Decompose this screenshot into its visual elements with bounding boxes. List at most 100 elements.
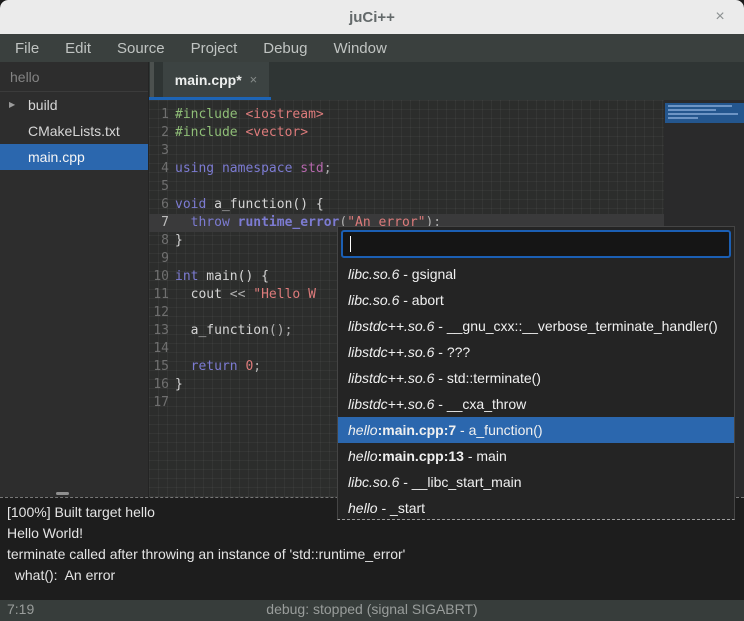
sidebar-item-build[interactable]: ▶build [0, 92, 148, 118]
code-segment: ; [253, 359, 261, 374]
output-line: Hello World! [7, 523, 737, 544]
stack-frame-item[interactable]: libstdc++.so.6 - __cxa_throw [338, 391, 734, 417]
line-number: 8 [149, 232, 169, 250]
line-number: 16 [149, 376, 169, 394]
close-icon[interactable]: × [710, 7, 730, 27]
editor-tooltip [665, 103, 744, 123]
code-segment [230, 215, 238, 230]
line-number: 3 [149, 142, 169, 160]
code-segment: void [175, 197, 206, 212]
line-number: 1 [149, 106, 169, 124]
frame-module: libc.so.6 [348, 474, 399, 490]
code-line: #include <vector> [175, 124, 441, 142]
tab-main-cpp[interactable]: main.cpp* × [163, 62, 269, 97]
sidebar-item-cmakelists-txt[interactable]: CMakeLists.txt [0, 118, 148, 144]
line-number-gutter: 1234567891011121314151617 [149, 106, 169, 412]
menu-item-source[interactable]: Source [104, 36, 178, 61]
code-segment: runtime_error [238, 215, 340, 230]
output-line: terminate called after throwing an insta… [7, 544, 737, 565]
frame-symbol: - a_function() [456, 422, 542, 438]
stack-frame-item[interactable]: hello:main.cpp:7 - a_function() [338, 417, 734, 443]
code-segment: a_function [175, 323, 269, 338]
line-number: 14 [149, 340, 169, 358]
code-segment: a_function() { [206, 197, 323, 212]
frame-symbol: - gsignal [399, 266, 456, 282]
code-segment: int [175, 269, 198, 284]
popup-search-input[interactable] [341, 230, 731, 258]
project-sidebar: hello ▶buildCMakeLists.txtmain.cpp [0, 62, 148, 497]
line-number: 13 [149, 322, 169, 340]
menu-item-window[interactable]: Window [320, 36, 399, 61]
frame-symbol: - ??? [434, 344, 470, 360]
tab-scroll-edge [150, 62, 154, 97]
stack-frame-item[interactable]: libstdc++.so.6 - ??? [338, 339, 734, 365]
frame-symbol: - __libc_start_main [399, 474, 521, 490]
menu-item-edit[interactable]: Edit [52, 36, 104, 61]
code-line: #include <iostream> [175, 106, 441, 124]
juci-window: juCi++ × FileEditSourceProjectDebugWindo… [0, 0, 744, 621]
titlebar[interactable]: juCi++ × [0, 0, 744, 34]
statusbar: 7:19 debug: stopped (signal SIGABRT) [0, 600, 744, 621]
code-segment: #include [175, 107, 238, 122]
frame-symbol: - _start [378, 500, 425, 516]
frame-symbol: - abort [399, 292, 443, 308]
stack-frame-item[interactable]: libc.so.6 - __libc_start_main [338, 469, 734, 495]
frame-symbol: - __gnu_cxx::__verbose_terminate_handler… [434, 318, 717, 334]
code-segment: #include [175, 125, 238, 140]
stack-frame-item[interactable]: libstdc++.so.6 - __gnu_cxx::__verbose_te… [338, 313, 734, 339]
tree-item-label: CMakeLists.txt [28, 118, 120, 144]
sidebar-hscrollbar-thumb[interactable] [56, 492, 69, 495]
menubar: FileEditSourceProjectDebugWindow [0, 34, 744, 62]
frame-module: libstdc++.so.6 [348, 370, 434, 386]
stack-frame-item[interactable]: hello:main.cpp:13 - main [338, 443, 734, 469]
tree-item-label: main.cpp [28, 144, 85, 170]
line-number: 2 [149, 124, 169, 142]
line-number: 5 [149, 178, 169, 196]
frame-module: libc.so.6 [348, 266, 399, 282]
tab-label: main.cpp* [175, 72, 242, 88]
code-line [175, 142, 441, 160]
line-number: 9 [149, 250, 169, 268]
stack-frame-item[interactable]: libc.so.6 - abort [338, 287, 734, 313]
text-caret [350, 236, 351, 252]
code-segment: throw [191, 215, 230, 230]
code-line [175, 178, 441, 196]
code-segment [175, 359, 191, 374]
menu-item-file[interactable]: File [2, 36, 52, 61]
line-number: 7 [149, 214, 169, 232]
stack-frame-list: libc.so.6 - gsignallibc.so.6 - abortlibs… [338, 261, 734, 521]
file-tree: ▶buildCMakeLists.txtmain.cpp [0, 92, 148, 170]
stack-frame-item[interactable]: libstdc++.so.6 - std::terminate() [338, 365, 734, 391]
frame-symbol: - main [464, 448, 507, 464]
line-number: 11 [149, 286, 169, 304]
line-number: 17 [149, 394, 169, 412]
frame-symbol: - std::terminate() [434, 370, 541, 386]
menu-item-project[interactable]: Project [178, 36, 251, 61]
frame-module: hello [348, 500, 378, 516]
frame-module: hello [348, 422, 378, 438]
frame-module: libc.so.6 [348, 292, 399, 308]
stack-frame-item[interactable]: hello - _start [338, 495, 734, 521]
frame-symbol: - __cxa_throw [434, 396, 526, 412]
frame-module: libstdc++.so.6 [348, 396, 434, 412]
expander-icon[interactable]: ▶ [9, 92, 23, 118]
code-segment: << [230, 287, 246, 302]
line-number: 10 [149, 268, 169, 286]
tab-close-icon[interactable]: × [250, 72, 258, 87]
code-segment: using namespace [175, 161, 292, 176]
frame-location: :main.cpp:13 [378, 448, 464, 464]
code-segment: cout [175, 287, 230, 302]
line-number: 6 [149, 196, 169, 214]
stack-frame-item[interactable]: libc.so.6 - gsignal [338, 261, 734, 287]
line-number: 15 [149, 358, 169, 376]
code-segment: ; [324, 161, 332, 176]
sidebar-item-main-cpp[interactable]: main.cpp [0, 144, 148, 170]
code-segment [175, 215, 191, 230]
code-line: using namespace std; [175, 160, 441, 178]
code-segment: std [300, 161, 323, 176]
output-line: what(): An error [7, 565, 737, 586]
frame-module: hello [348, 448, 378, 464]
code-segment: main() { [198, 269, 268, 284]
code-segment: return [191, 359, 238, 374]
menu-item-debug[interactable]: Debug [250, 36, 320, 61]
